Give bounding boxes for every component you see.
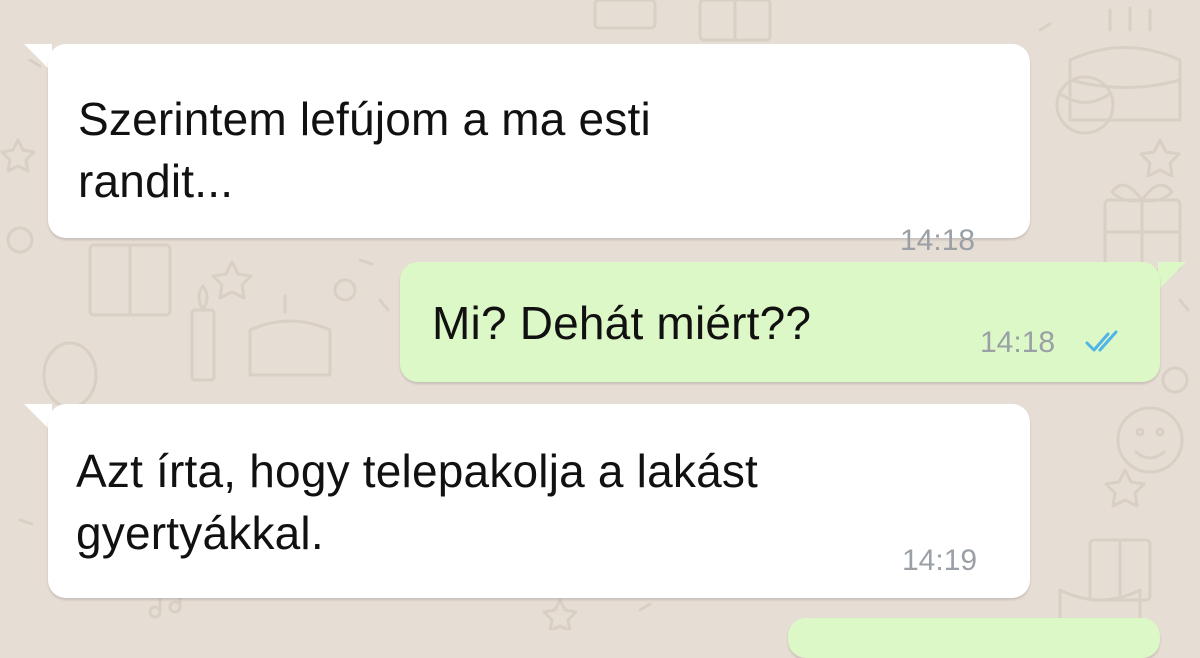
gift-doodle-icon <box>698 0 772 42</box>
message-timestamp: 14:18 <box>900 224 976 257</box>
message-text: Szerintem lefújom a ma esti randit... <box>78 93 651 207</box>
outgoing-message-bubble[interactable] <box>788 618 1160 658</box>
message-text: Mi? Dehát miért?? <box>432 297 812 349</box>
message-timestamp: 14:19 <box>902 544 978 577</box>
double-check-read-icon <box>1084 328 1124 359</box>
gift-doodle-icon <box>1103 183 1182 272</box>
candle-doodle-icon <box>190 284 216 382</box>
star-doodle-icon <box>211 260 253 300</box>
gift-doodle-icon <box>593 0 657 30</box>
gift-doodle-icon <box>88 243 172 317</box>
cake-doodle-icon <box>248 294 332 377</box>
star-doodle-icon <box>1139 138 1181 178</box>
star-doodle-icon <box>542 598 578 630</box>
message-text: Azt írta, hogy telepakolja a lakást gyer… <box>76 445 759 559</box>
ball-doodle-icon <box>1055 75 1115 135</box>
message-timestamp: 14:18 <box>980 326 1056 359</box>
smiley-doodle-icon <box>1116 406 1184 474</box>
outgoing-message-bubble[interactable]: Mi? Dehát miért?? 14:18 <box>400 262 1160 382</box>
incoming-message-bubble[interactable]: Szerintem lefújom a ma esti randit... 14… <box>48 44 1030 257</box>
incoming-message-bubble[interactable]: Azt írta, hogy telepakolja a lakást gyer… <box>48 404 1030 598</box>
star-doodle-icon <box>0 138 36 173</box>
outgoing-bubble-tail <box>1158 262 1186 290</box>
star-doodle-icon <box>1104 468 1146 508</box>
